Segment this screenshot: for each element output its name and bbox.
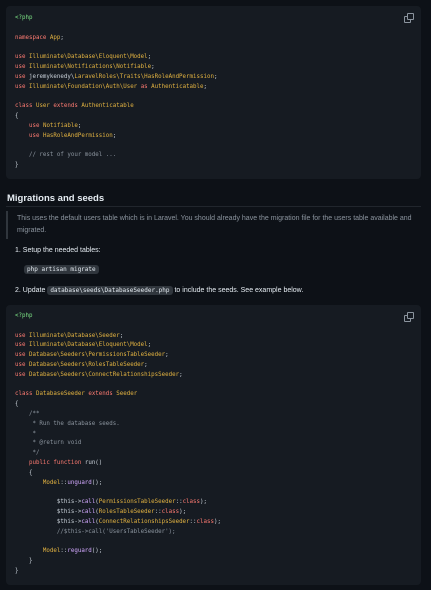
note-blockquote: This uses the default users table which …: [6, 211, 423, 239]
step-2-text: 2. Update database\seeds\DatabaseSeeder.…: [15, 286, 304, 295]
seeder-path-code: database\seeds\DatabaseSeeder.php: [47, 286, 173, 295]
code-user-model: <?php namespace App; use Illuminate\Data…: [15, 15, 218, 168]
step-2-suffix: to include the seeds. See example below.: [174, 287, 304, 294]
code-block-user-model: <?php namespace App; use Illuminate\Data…: [6, 6, 421, 179]
section-heading: Migrations and seeds: [7, 193, 105, 204]
copy-icon[interactable]: [404, 312, 414, 322]
code-block-database-seeder: <?php use Illuminate\Database\Seeder; us…: [6, 305, 421, 585]
step-2-prefix: 2. Update: [15, 287, 46, 294]
step-1-text: 1. Setup the needed tables:: [15, 247, 101, 254]
code-database-seeder: <?php use Illuminate\Database\Seeder; us…: [15, 313, 221, 574]
copy-icon[interactable]: [404, 13, 414, 23]
migrate-command: php artisan migrate: [24, 265, 99, 274]
heading-divider: [6, 206, 421, 207]
note-text: This uses the default users table which …: [17, 215, 412, 234]
